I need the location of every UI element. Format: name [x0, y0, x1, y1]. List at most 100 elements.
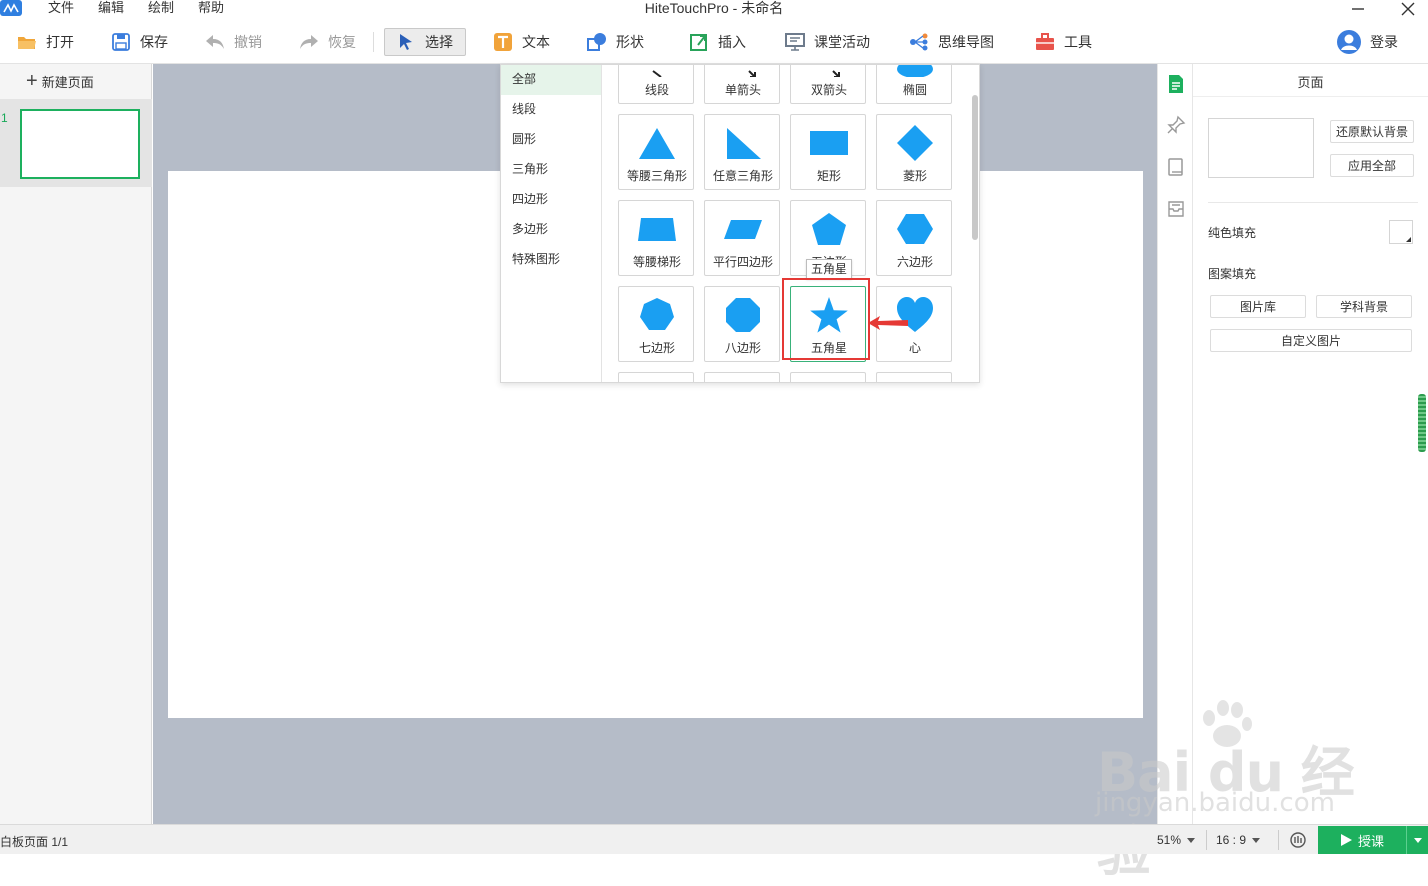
pattern-fill-label: 图案填充 — [1208, 267, 1257, 281]
login-button[interactable]: 登录 — [1336, 28, 1398, 56]
shape-tile-line[interactable]: 线段 — [618, 65, 695, 104]
pentagon-icon — [791, 209, 867, 249]
shape-button[interactable]: 形状 — [586, 28, 644, 56]
line-segment-icon — [619, 65, 695, 77]
user-avatar-icon — [1336, 29, 1362, 55]
ellipse-icon — [877, 65, 953, 77]
divider — [1278, 830, 1279, 850]
category-lines[interactable]: 线段 — [501, 95, 601, 125]
fill-color-picker[interactable] — [1389, 220, 1413, 244]
shape-label: 等腰梯形 — [632, 255, 681, 269]
toolbox-icon — [1034, 31, 1056, 53]
redo-button[interactable]: 恢复 — [298, 28, 356, 56]
pin-icon[interactable] — [1166, 115, 1186, 135]
archive-icon[interactable] — [1166, 199, 1186, 219]
subject-background-button[interactable]: 学科背景 — [1316, 295, 1412, 318]
insert-button[interactable]: 插入 — [688, 28, 746, 56]
open-button[interactable]: 打开 — [16, 28, 74, 56]
status-bar: 白板页面 1/1 51% 16 : 9 授课 — [0, 824, 1428, 854]
new-page-button[interactable]: + 新建页面 — [26, 70, 94, 92]
plus-icon: + — [26, 70, 38, 92]
chevron-down-icon — [1187, 837, 1196, 843]
shape-tile-more[interactable] — [704, 372, 780, 382]
shape-tile-octagon[interactable]: 八边形 — [704, 286, 780, 362]
rectangle-icon — [791, 123, 867, 163]
start-teaching-label: 授课 — [1358, 833, 1385, 849]
shape-dropdown-panel: 全部 线段 圆形 三角形 四边形 多边形 特殊图形 线段 单箭头 双箭头 椭圆 … — [500, 64, 980, 383]
close-button[interactable] — [1396, 0, 1420, 18]
shape-tile-ellipse[interactable]: 椭圆 — [876, 65, 953, 104]
category-polygons[interactable]: 多边形 — [501, 215, 601, 245]
shape-label: 六边形 — [896, 255, 933, 269]
category-all[interactable]: 全部 — [501, 65, 601, 95]
mindmap-button[interactable]: 思维导图 — [908, 28, 994, 56]
book-icon[interactable] — [1166, 157, 1186, 177]
panel-scroll-handle[interactable] — [1418, 394, 1426, 452]
shape-label: 心 — [908, 341, 921, 355]
annotation-arrow-icon — [866, 314, 910, 332]
shape-label: 形状 — [616, 34, 644, 50]
shape-tile-more[interactable] — [876, 372, 952, 382]
shape-tile-parallelogram[interactable]: 平行四边形 — [704, 200, 780, 276]
apply-all-button[interactable]: 应用全部 — [1330, 154, 1414, 177]
shape-label: 椭圆 — [902, 83, 927, 97]
custom-image-button[interactable]: 自定义图片 — [1210, 329, 1412, 352]
reset-background-button[interactable]: 还原默认背景 — [1330, 120, 1414, 143]
shape-tile-diamond[interactable]: 菱形 — [876, 114, 952, 190]
divider — [1208, 202, 1418, 203]
tools-label: 工具 — [1064, 34, 1092, 50]
shape-tile-rectangle[interactable]: 矩形 — [790, 114, 866, 190]
shape-tile-more[interactable] — [618, 372, 694, 382]
background-preview — [1208, 118, 1314, 178]
right-triangle-icon — [705, 123, 781, 163]
page-thumbnail[interactable] — [20, 109, 140, 179]
shape-tile-heptagon[interactable]: 七边形 — [618, 286, 694, 362]
shape-tile-single-arrow[interactable]: 单箭头 — [704, 65, 780, 104]
category-circles[interactable]: 圆形 — [501, 125, 601, 155]
text-button[interactable]: 文本 — [492, 28, 550, 56]
redo-label: 恢复 — [328, 34, 356, 50]
shape-tile-more[interactable] — [790, 372, 866, 382]
start-teaching-button[interactable]: 授课 — [1318, 826, 1428, 854]
isosceles-triangle-icon — [619, 123, 695, 163]
chevron-down-icon — [1413, 837, 1422, 843]
select-button[interactable]: 选择 — [384, 28, 466, 56]
start-options-dropdown[interactable] — [1406, 826, 1428, 854]
page-thumbnail-item[interactable]: 1 — [0, 99, 152, 187]
shape-label: 线段 — [644, 83, 669, 97]
double-arrow-icon — [791, 65, 867, 77]
shape-tile-trapezoid[interactable]: 等腰梯形 — [618, 200, 694, 276]
gesture-icon[interactable] — [1289, 831, 1307, 849]
tools-button[interactable]: 工具 — [1034, 28, 1092, 56]
shape-label: 矩形 — [816, 169, 841, 183]
open-label: 打开 — [46, 34, 74, 50]
folder-icon — [16, 31, 38, 53]
new-page-label: 新建页面 — [41, 74, 94, 90]
window-title: HiteTouchPro - 未命名 — [644, 0, 784, 16]
minimize-button[interactable] — [1346, 0, 1370, 18]
shape-tile-any-triangle[interactable]: 任意三角形 — [704, 114, 780, 190]
insert-label: 插入 — [718, 34, 746, 50]
shape-label: 八边形 — [724, 341, 761, 355]
undo-button[interactable]: 撤销 — [204, 28, 262, 56]
baidu-jingyan-watermark: Bai du 经验 jingyan.baidu.com — [1095, 700, 1355, 883]
category-special[interactable]: 特殊图形 — [501, 245, 601, 275]
shape-tile-hexagon[interactable]: 六边形 — [876, 200, 952, 276]
shape-panel-scrollbar[interactable] — [972, 95, 978, 240]
shape-label: 任意三角形 — [712, 169, 773, 183]
shape-tile-isosceles-triangle[interactable]: 等腰三角形 — [618, 114, 694, 190]
activity-button[interactable]: 课堂活动 — [784, 28, 870, 56]
page-properties-icon[interactable] — [1166, 74, 1186, 94]
undo-arrow-icon — [204, 31, 226, 53]
shape-label: 七边形 — [638, 341, 675, 355]
aspect-ratio-select[interactable]: 16 : 9 — [1216, 833, 1261, 847]
shape-label: 双箭头 — [810, 83, 847, 97]
category-quadrilaterals[interactable]: 四边形 — [501, 185, 601, 215]
gallery-button[interactable]: 图片库 — [1210, 295, 1306, 318]
text-label: 文本 — [522, 34, 550, 50]
shape-tile-double-arrow[interactable]: 双箭头 — [790, 65, 867, 104]
aspect-ratio-value: 16 : 9 — [1216, 833, 1247, 847]
category-triangles[interactable]: 三角形 — [501, 155, 601, 185]
save-button[interactable]: 保存 — [110, 28, 168, 56]
zoom-select[interactable]: 51% — [1157, 833, 1196, 847]
